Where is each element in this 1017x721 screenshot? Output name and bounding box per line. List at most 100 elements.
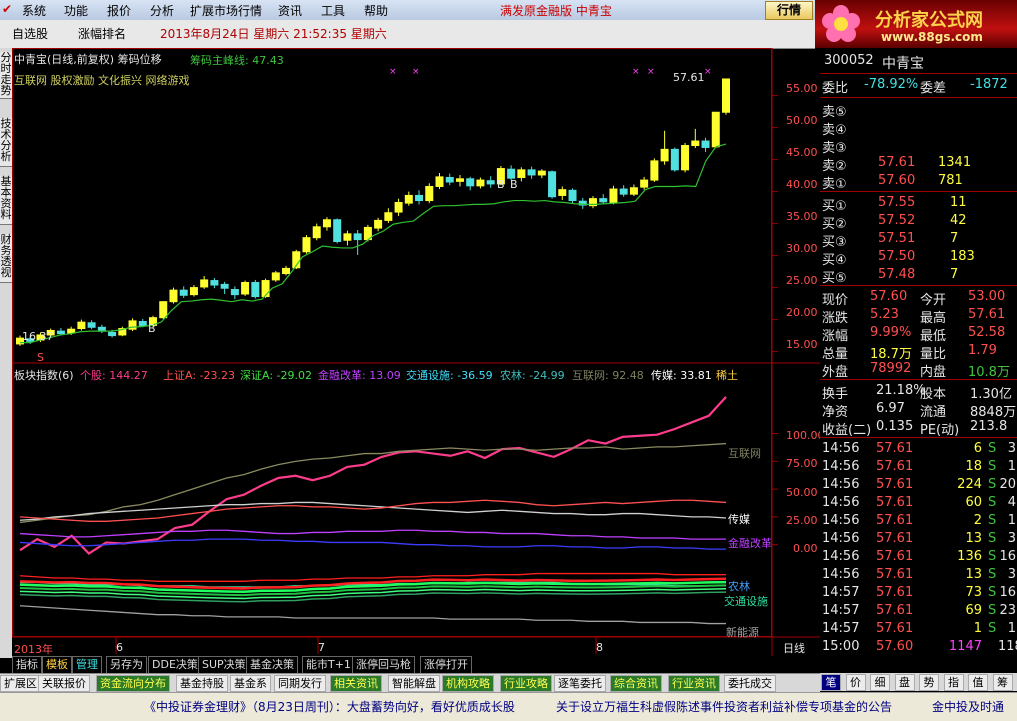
side-tab-profile[interactable]: 基本资料 (0, 176, 12, 225)
menu-quote[interactable]: 报价 (107, 2, 131, 19)
tick-row[interactable]: 15:00 57.60 1147 118 (820, 638, 1017, 656)
ticker-news-2[interactable]: 关于设立万福生科虚假陈述事件投资者利益补偿专项基金的公告 (556, 698, 892, 715)
menu-news[interactable]: 资讯 (278, 2, 302, 19)
tick-count: 118 (998, 639, 1017, 654)
indicator-tab[interactable]: 基金决策 (246, 656, 298, 674)
candle-body (486, 180, 495, 185)
candle-body (660, 148, 669, 162)
tick-row[interactable]: 14:56 57.61 18 S 1 (820, 458, 1017, 476)
quote-tab[interactable]: 笔 (821, 674, 841, 691)
ticker-news-1[interactable]: 《中投证券金理财》（8月23日周刊）：大盘蓄势向好，看好优质成长股 (144, 698, 515, 715)
function-tab[interactable]: 资金流向分布 (96, 675, 170, 692)
banner-ad[interactable]: 分析家公式网 www.88gs.com (815, 0, 1017, 48)
indicator-tab[interactable]: 能市T+1 (302, 656, 355, 674)
function-tab[interactable]: 逐笔委托 (554, 675, 606, 692)
stat-value: 57.60 (870, 289, 908, 304)
function-tab[interactable]: 综合资讯 (610, 675, 662, 692)
tick-row[interactable]: 14:56 57.61 6 S 3 (820, 440, 1017, 458)
candle-body (343, 233, 352, 241)
side-tab-intraday[interactable]: 分时走势 (0, 52, 12, 99)
bid-price: 57.52 (878, 213, 916, 228)
stat-row: 现价 57.60 今开 53.00 (820, 288, 1017, 308)
chart-title: 中青宝(日线,前复权) 筹码位移 (14, 53, 162, 66)
indicator-tab[interactable]: 另存为 (106, 656, 147, 674)
tick-row[interactable]: 14:56 57.61 136 S 16 (820, 548, 1017, 566)
function-tab[interactable]: 扩展区 (0, 675, 41, 692)
quote-tab[interactable]: 盘 (894, 674, 915, 691)
bid-price: 57.50 (878, 249, 916, 264)
tick-count: 20 (999, 477, 1016, 492)
low-price-label: 16.37 (22, 330, 54, 343)
quote-tab[interactable]: 细 (870, 674, 890, 691)
sector-tick: 50.00 (786, 486, 818, 499)
chart-canvas[interactable]: × × × × × (12, 48, 820, 656)
menu-help[interactable]: 帮助 (364, 2, 388, 19)
tick-side: S (988, 603, 997, 618)
side-tab-technical[interactable]: 技术分析 (0, 118, 12, 167)
tick-row[interactable]: 14:57 57.61 73 S 16 (820, 584, 1017, 602)
indicator-tab[interactable]: 管理 (72, 656, 102, 674)
price-tick: 20.00 (786, 306, 818, 319)
price-tick: 35.00 (786, 210, 818, 223)
tick-row[interactable]: 14:56 57.61 60 S 4 (820, 494, 1017, 512)
candle-body (435, 176, 444, 187)
chip-peak-line (20, 143, 727, 344)
ask-label: 卖① (822, 177, 847, 192)
tick-row[interactable]: 14:56 57.61 13 S 3 (820, 530, 1017, 548)
price-tick: 45.00 (786, 146, 818, 159)
stat-label: PE(动) (920, 423, 960, 438)
quote-tab[interactable]: 值 (968, 674, 988, 691)
function-tab[interactable]: 同期发行 (274, 675, 326, 692)
tick-row[interactable]: 14:57 57.61 69 S 23 (820, 602, 1017, 620)
indicator-tab[interactable]: 涨停回马枪 (352, 656, 415, 674)
stat-value: 10.8万 (968, 365, 1010, 380)
function-tab[interactable]: 行业攻略 (500, 675, 552, 692)
function-tab[interactable]: 机构攻略 (442, 675, 494, 692)
tick-volume: 2 (973, 513, 982, 528)
indicator-tab[interactable]: 指标 (12, 656, 42, 674)
tab-ranking[interactable]: 涨幅排名 (78, 25, 126, 42)
candle-body (476, 179, 485, 187)
sector-tick: 75.00 (786, 457, 818, 470)
function-tab[interactable]: 基金系 (230, 675, 271, 692)
menu-tools[interactable]: 工具 (321, 2, 345, 19)
candle-body (507, 168, 516, 179)
quote-tab[interactable]: 势 (919, 674, 939, 691)
indicator-tab[interactable]: 模板 (42, 656, 72, 674)
menu-system[interactable]: 系统 (22, 2, 46, 19)
tick-row[interactable]: 14:57 57.61 1 S 1 (820, 620, 1017, 638)
function-tab[interactable]: 相关资讯 (330, 675, 382, 692)
quote-tab[interactable]: 筹 (992, 674, 1013, 691)
indicator-tab[interactable]: 涨停打开 (420, 656, 472, 674)
stat-row: 涨幅 9.99% 最低 52.58 (820, 324, 1017, 344)
quote-button[interactable]: 行情 (765, 1, 813, 20)
menu-analysis[interactable]: 分析 (150, 2, 174, 19)
stat-value: 1.79 (968, 343, 997, 358)
tick-row[interactable]: 14:56 57.61 224 S 20 (820, 476, 1017, 494)
function-tab[interactable]: 关联报价 (38, 675, 90, 692)
candle-body (558, 189, 567, 196)
tick-row[interactable]: 14:56 57.61 13 S 3 (820, 566, 1017, 584)
quote-tab[interactable]: 价 (845, 674, 866, 691)
candle-body (650, 160, 659, 181)
side-tab-finance[interactable]: 财务透视 (0, 234, 12, 283)
tick-row[interactable]: 14:56 57.61 2 S 1 (820, 512, 1017, 530)
function-tab[interactable]: 行业资讯 (668, 675, 720, 692)
tick-price: 57.61 (876, 513, 914, 528)
stat-row: 收益(二) 0.135 PE(动) 213.8 (820, 418, 1017, 438)
menu-ext-market[interactable]: 扩展市场行情 (190, 2, 262, 19)
period-label[interactable]: 日线 (783, 640, 805, 656)
function-tab[interactable]: 智能解盘 (388, 675, 440, 692)
tab-watchlist[interactable]: 自选股 (12, 25, 48, 42)
indicator-tab[interactable]: DDE决策 (148, 656, 202, 674)
indicator-tab[interactable]: SUP决策 (198, 656, 250, 674)
menu-function[interactable]: 功能 (64, 2, 88, 19)
candle-body (711, 111, 720, 148)
ratio-label: 委比 (822, 81, 849, 96)
function-tab[interactable]: 基金持股 (176, 675, 228, 692)
divider (820, 73, 1017, 74)
function-tab[interactable]: 委托成交 (724, 675, 776, 692)
tick-volume: 6 (973, 441, 982, 456)
quote-tab[interactable]: 指 (943, 674, 964, 691)
tick-count: 1 (1007, 513, 1016, 528)
